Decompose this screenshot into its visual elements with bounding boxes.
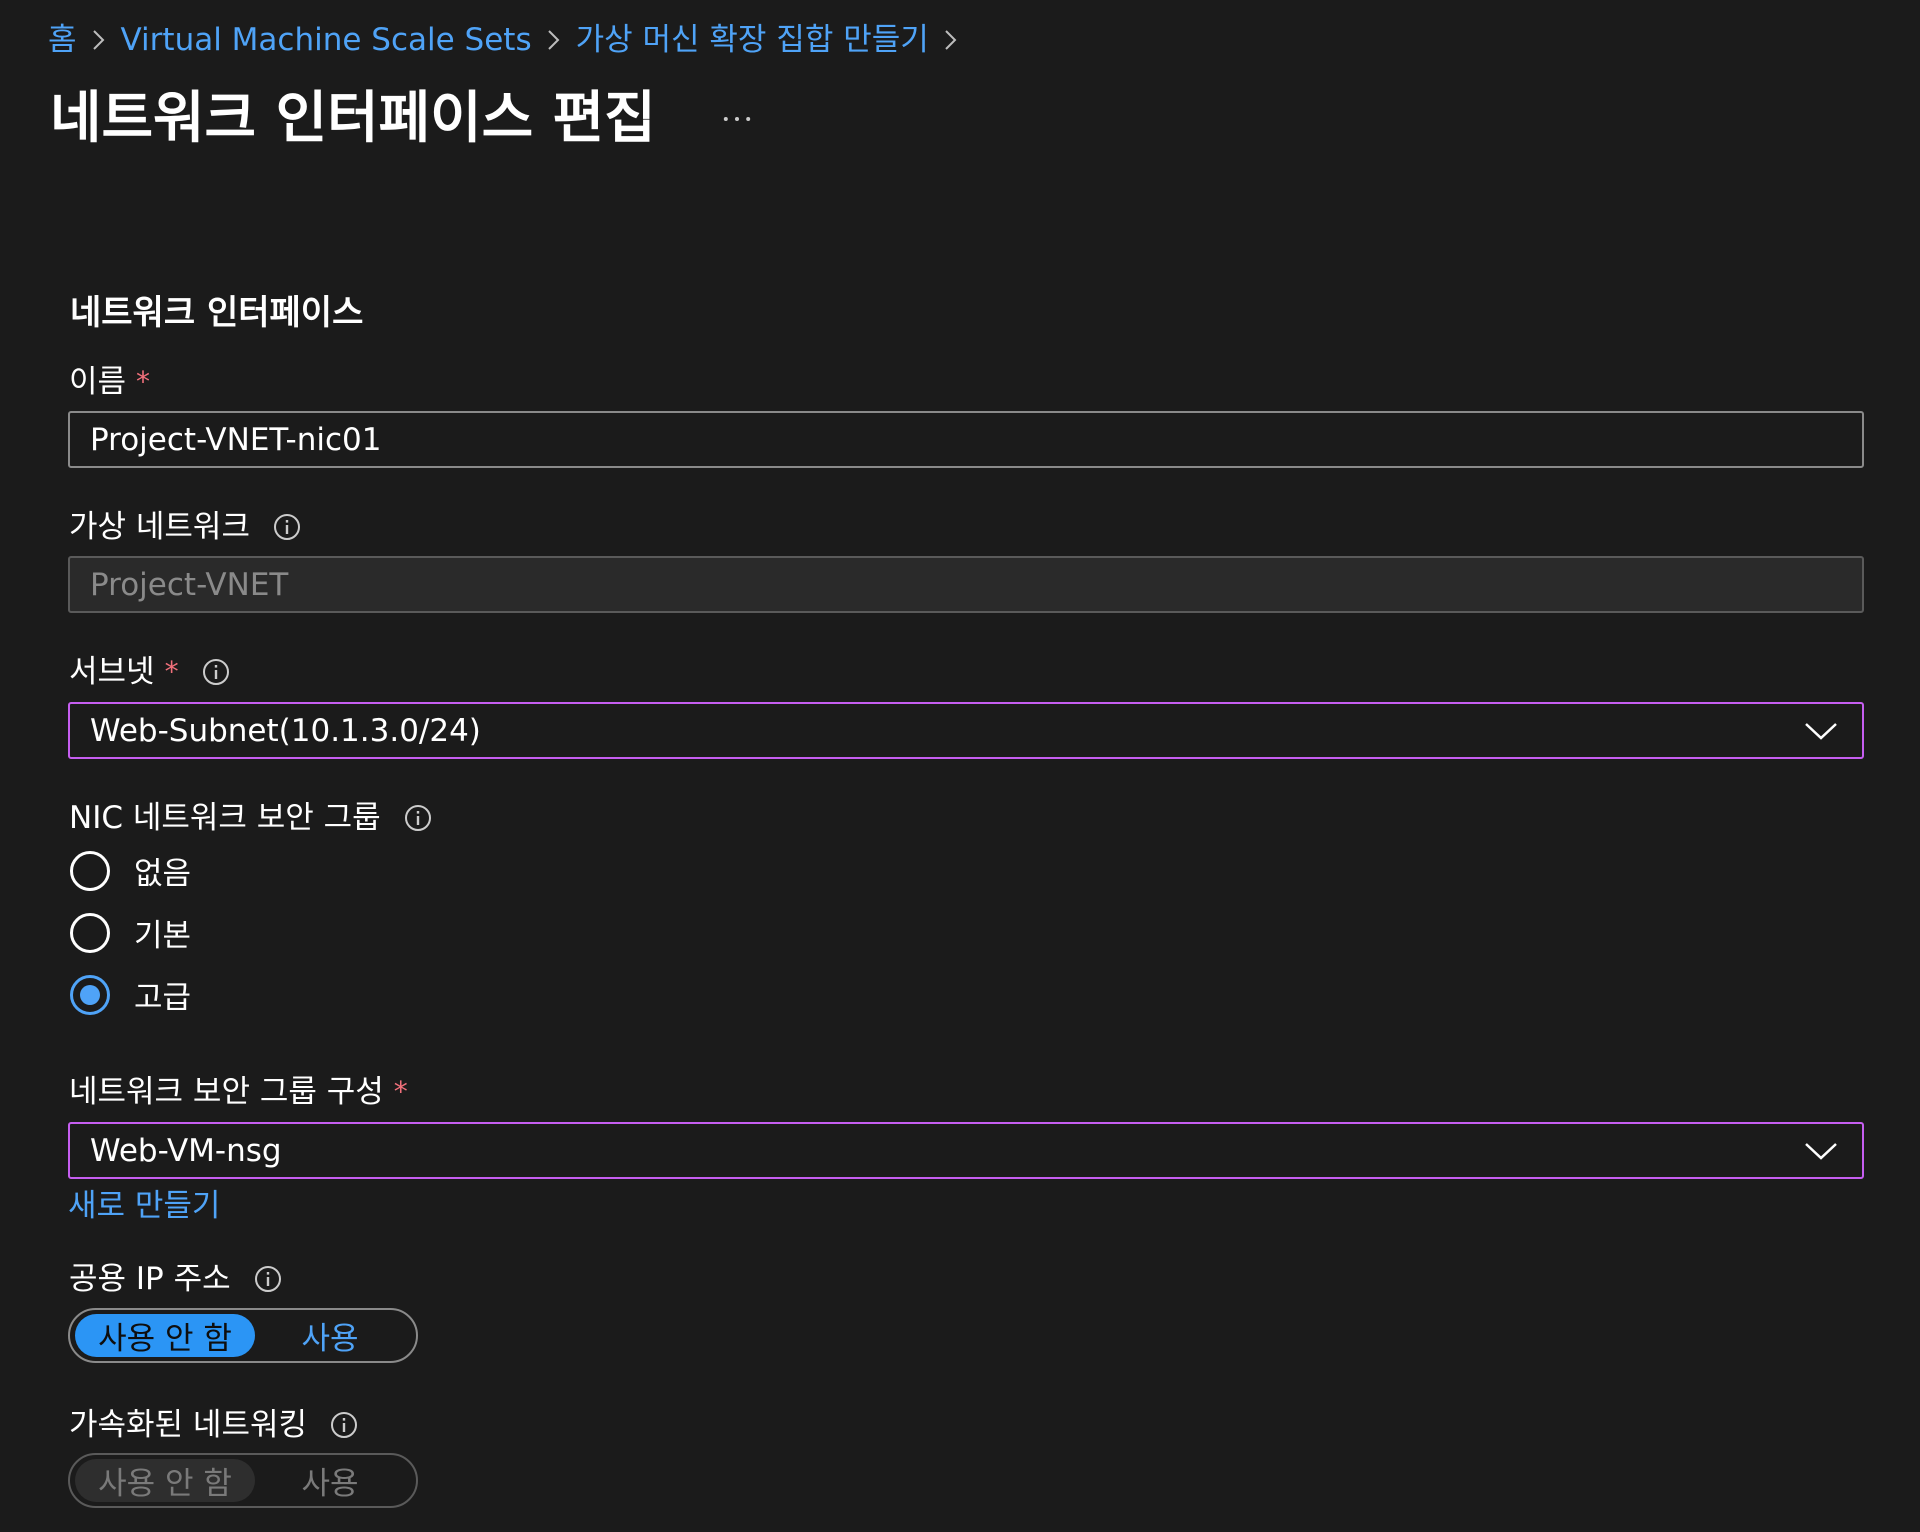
section-heading: 네트워크 인터페이스 [70, 293, 364, 333]
info-icon[interactable] [272, 512, 302, 542]
page: 홈 Virtual Machine Scale Sets 가상 머신 확장 집합… [0, 0, 1920, 1532]
more-button[interactable] [712, 94, 762, 144]
subnet-select-value: Web-Subnet(10.1.3.0/24) [90, 712, 481, 749]
public-ip-label-text: 공용 IP 주소 [69, 1261, 231, 1297]
vnet-field: Project-VNET [68, 556, 1864, 613]
radio-dot [80, 984, 100, 1005]
vnet-label: 가상 네트워크 [69, 505, 302, 549]
nsg-config-label-text: 네트워크 보안 그룹 구성 [69, 1074, 384, 1110]
vnet-field-value: Project-VNET [90, 566, 289, 603]
nsg-type-label: NIC 네트워크 보안 그룹 [69, 796, 433, 840]
name-input[interactable]: Project-VNET-nic01 [68, 411, 1864, 468]
name-label-text: 이름 [69, 364, 127, 400]
info-icon[interactable] [253, 1264, 283, 1294]
chevron-down-icon [1805, 1143, 1837, 1160]
radio-button[interactable] [70, 912, 110, 953]
nsg-config-select[interactable]: Web-VM-nsg [68, 1122, 1864, 1179]
name-label: 이름 * [69, 360, 150, 404]
nsg-config-select-value: Web-VM-nsg [90, 1132, 282, 1169]
title-row: 네트워크 인터페이스 편집 [50, 80, 762, 158]
accel-net-label-text: 가속화된 네트워킹 [69, 1407, 308, 1443]
page-title: 네트워크 인터페이스 편집 [50, 86, 656, 151]
chevron-down-icon [1805, 723, 1837, 740]
toggle-option-disabled[interactable]: 사용 안 함 [75, 1314, 255, 1357]
breadcrumb-home[interactable]: 홈 [48, 18, 77, 62]
subnet-label-text: 서브넷 [69, 654, 155, 690]
info-icon[interactable] [403, 803, 433, 833]
radio-label: 고급 [134, 980, 192, 1016]
public-ip-label: 공용 IP 주소 [69, 1257, 283, 1301]
breadcrumb-vmss[interactable]: Virtual Machine Scale Sets [121, 18, 532, 62]
chevron-right-icon [532, 28, 576, 52]
nsg-config-label: 네트워크 보안 그룹 구성 * [69, 1070, 408, 1114]
required-marker: * [164, 655, 179, 688]
nsg-type-label-text: NIC 네트워크 보안 그룹 [69, 800, 381, 836]
radio-label: 없음 [134, 856, 192, 892]
subnet-label: 서브넷 * [69, 650, 231, 694]
vnet-label-text: 가상 네트워크 [69, 509, 250, 545]
radio-button[interactable] [70, 850, 110, 891]
required-marker: * [393, 1075, 408, 1108]
breadcrumb-create-vmss[interactable]: 가상 머신 확장 집합 만들기 [576, 18, 929, 62]
radio-button-checked[interactable] [70, 974, 110, 1015]
radio-option-basic[interactable]: 기본 [70, 910, 191, 955]
toggle-option-enabled: 사용 [301, 1466, 359, 1502]
breadcrumb: 홈 Virtual Machine Scale Sets 가상 머신 확장 집합… [48, 18, 973, 62]
public-ip-toggle[interactable]: 사용 안 함 사용 [68, 1308, 418, 1363]
chevron-right-icon [929, 28, 973, 52]
name-input-value: Project-VNET-nic01 [90, 421, 382, 458]
radio-option-none[interactable]: 없음 [70, 848, 191, 893]
info-icon[interactable] [201, 657, 231, 687]
radio-option-advanced[interactable]: 고급 [70, 972, 191, 1017]
required-marker: * [136, 365, 151, 398]
radio-label: 기본 [134, 918, 192, 954]
create-new-link[interactable]: 새로 만들기 [68, 1180, 220, 1225]
chevron-right-icon [77, 28, 121, 52]
subnet-select[interactable]: Web-Subnet(10.1.3.0/24) [68, 702, 1864, 759]
more-icon [723, 117, 750, 121]
info-icon[interactable] [329, 1410, 359, 1440]
accel-net-label: 가속화된 네트워킹 [69, 1403, 359, 1447]
toggle-option-disabled: 사용 안 함 [75, 1459, 255, 1502]
toggle-option-enabled[interactable]: 사용 [255, 1314, 405, 1357]
accel-net-toggle: 사용 안 함 사용 [68, 1453, 418, 1508]
